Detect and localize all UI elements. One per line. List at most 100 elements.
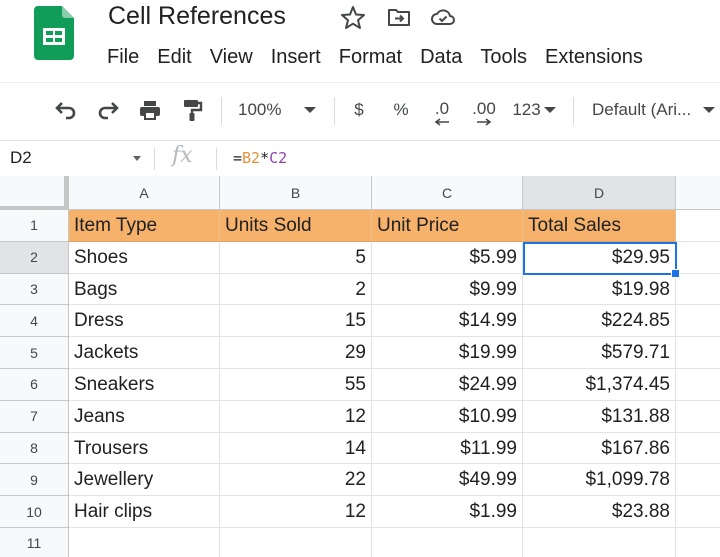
column-header-d[interactable]: D xyxy=(523,176,676,210)
cell-d8[interactable]: $167.86 xyxy=(523,432,676,465)
cell-b4[interactable]: 15 xyxy=(220,305,372,338)
decrease-decimal-button[interactable]: .0 xyxy=(424,83,460,137)
cell-d3[interactable]: $19.98 xyxy=(523,273,676,306)
row-header-1[interactable]: 1 xyxy=(0,210,69,242)
cell-e2[interactable] xyxy=(676,242,720,274)
cell-a11[interactable] xyxy=(69,528,220,557)
cell-c6[interactable]: $24.99 xyxy=(372,369,523,401)
cell-c3[interactable]: $9.99 xyxy=(372,273,523,306)
cell-e1[interactable] xyxy=(676,210,720,242)
cell-c1[interactable]: Unit Price xyxy=(372,210,523,242)
cell-d9[interactable]: $1,099.78 xyxy=(523,464,676,497)
row-header-6[interactable]: 6 xyxy=(0,369,69,401)
column-header-b[interactable]: B xyxy=(220,176,372,210)
cell-d10[interactable]: $23.88 xyxy=(523,496,676,528)
currency-format-button[interactable]: $ xyxy=(344,83,374,137)
cell-a3[interactable]: Bags xyxy=(69,273,220,306)
cell-b1[interactable]: Units Sold xyxy=(220,210,372,242)
cloud-status-icon[interactable] xyxy=(430,5,456,29)
zoom-select[interactable]: 100% xyxy=(238,83,328,137)
chevron-down-icon[interactable] xyxy=(133,156,141,161)
cell-e10[interactable] xyxy=(676,496,720,528)
menu-file[interactable]: File xyxy=(98,44,148,70)
row-header-5[interactable]: 5 xyxy=(0,337,69,369)
cell-b5[interactable]: 29 xyxy=(220,337,372,369)
column-header-e[interactable] xyxy=(676,176,720,210)
cell-c8[interactable]: $11.99 xyxy=(372,432,523,465)
cell-e7[interactable] xyxy=(676,401,720,433)
cell-b7[interactable]: 12 xyxy=(220,400,372,433)
cell-a9[interactable]: Jewellery xyxy=(69,464,220,497)
more-formats-button[interactable]: 123 xyxy=(508,83,560,137)
cell-e3[interactable] xyxy=(676,274,720,306)
cell-d11[interactable] xyxy=(523,528,676,557)
font-select[interactable]: Default (Ari... xyxy=(592,83,720,137)
cell-b11[interactable] xyxy=(220,528,372,557)
cell-b8[interactable]: 14 xyxy=(220,432,372,465)
cell-c11[interactable] xyxy=(372,528,523,557)
cell-c9[interactable]: $49.99 xyxy=(372,464,523,497)
row-header-10[interactable]: 10 xyxy=(0,496,69,528)
cell-e4[interactable] xyxy=(676,305,720,338)
cell-d7[interactable]: $131.88 xyxy=(523,400,676,433)
cell-e11[interactable] xyxy=(676,528,720,557)
cell-b6[interactable]: 55 xyxy=(220,369,372,401)
formula-input[interactable]: =B2*C2 xyxy=(233,149,287,167)
cell-e6[interactable] xyxy=(676,369,720,401)
cell-a4[interactable]: Dress xyxy=(69,305,220,338)
menu-tools[interactable]: Tools xyxy=(471,44,536,70)
select-all-corner[interactable] xyxy=(0,176,69,210)
document-title[interactable]: Cell References xyxy=(108,0,286,32)
cell-c10[interactable]: $1.99 xyxy=(372,496,523,528)
print-button[interactable] xyxy=(134,83,166,137)
cell-a5[interactable]: Jackets xyxy=(69,337,220,369)
column-header-c[interactable]: C xyxy=(372,176,523,210)
star-icon[interactable] xyxy=(340,5,366,29)
move-to-folder-icon[interactable] xyxy=(386,5,412,29)
row-header-9[interactable]: 9 xyxy=(0,464,69,497)
cell-e5[interactable] xyxy=(676,337,720,369)
cell-b3[interactable]: 2 xyxy=(220,273,372,306)
cell-e9[interactable] xyxy=(676,464,720,497)
cell-d6[interactable]: $1,374.45 xyxy=(523,369,676,401)
row-header-3[interactable]: 3 xyxy=(0,273,69,306)
cell-a1[interactable]: Item Type xyxy=(69,210,220,242)
undo-button[interactable] xyxy=(50,83,82,137)
cell-d5[interactable]: $579.71 xyxy=(523,337,676,369)
increase-decimal-button[interactable]: .00 xyxy=(466,83,502,137)
menu-format[interactable]: Format xyxy=(330,44,411,70)
cell-d4[interactable]: $224.85 xyxy=(523,305,676,338)
cell-d1[interactable]: Total Sales xyxy=(523,210,676,242)
cell-a8[interactable]: Trousers xyxy=(69,432,220,465)
paint-format-button[interactable] xyxy=(176,83,208,137)
name-box[interactable]: D2 xyxy=(10,148,32,168)
menu-extensions[interactable]: Extensions xyxy=(536,44,652,70)
redo-button[interactable] xyxy=(92,83,124,137)
cell-c4[interactable]: $14.99 xyxy=(372,305,523,338)
cell-c7[interactable]: $10.99 xyxy=(372,400,523,433)
cell-b2[interactable]: 5 xyxy=(220,241,372,274)
column-header-a[interactable]: A xyxy=(69,176,220,210)
cell-d2[interactable]: $29.95 xyxy=(523,241,676,274)
menu-view[interactable]: View xyxy=(201,44,262,70)
cell-b9[interactable]: 22 xyxy=(220,464,372,497)
row-header-7[interactable]: 7 xyxy=(0,400,69,433)
cell-c5[interactable]: $19.99 xyxy=(372,337,523,369)
cell-a10[interactable]: Hair clips xyxy=(69,496,220,528)
cell-c2[interactable]: $5.99 xyxy=(372,241,523,274)
google-sheets-logo[interactable] xyxy=(34,6,74,60)
row-header-4[interactable]: 4 xyxy=(0,305,69,338)
row-header-2[interactable]: 2 xyxy=(0,241,69,274)
cell-b10[interactable]: 12 xyxy=(220,496,372,528)
cell-e8[interactable] xyxy=(676,433,720,465)
menu-edit[interactable]: Edit xyxy=(148,44,200,70)
row-header-8[interactable]: 8 xyxy=(0,432,69,465)
percent-format-button[interactable]: % xyxy=(386,83,416,137)
row-header-11[interactable]: 11 xyxy=(0,528,69,557)
cell-a6[interactable]: Sneakers xyxy=(69,369,220,401)
cell-a7[interactable]: Jeans xyxy=(69,400,220,433)
fill-handle[interactable] xyxy=(671,269,680,278)
cell-a2[interactable]: Shoes xyxy=(69,241,220,274)
menu-data[interactable]: Data xyxy=(411,44,471,70)
menu-insert[interactable]: Insert xyxy=(262,44,330,70)
